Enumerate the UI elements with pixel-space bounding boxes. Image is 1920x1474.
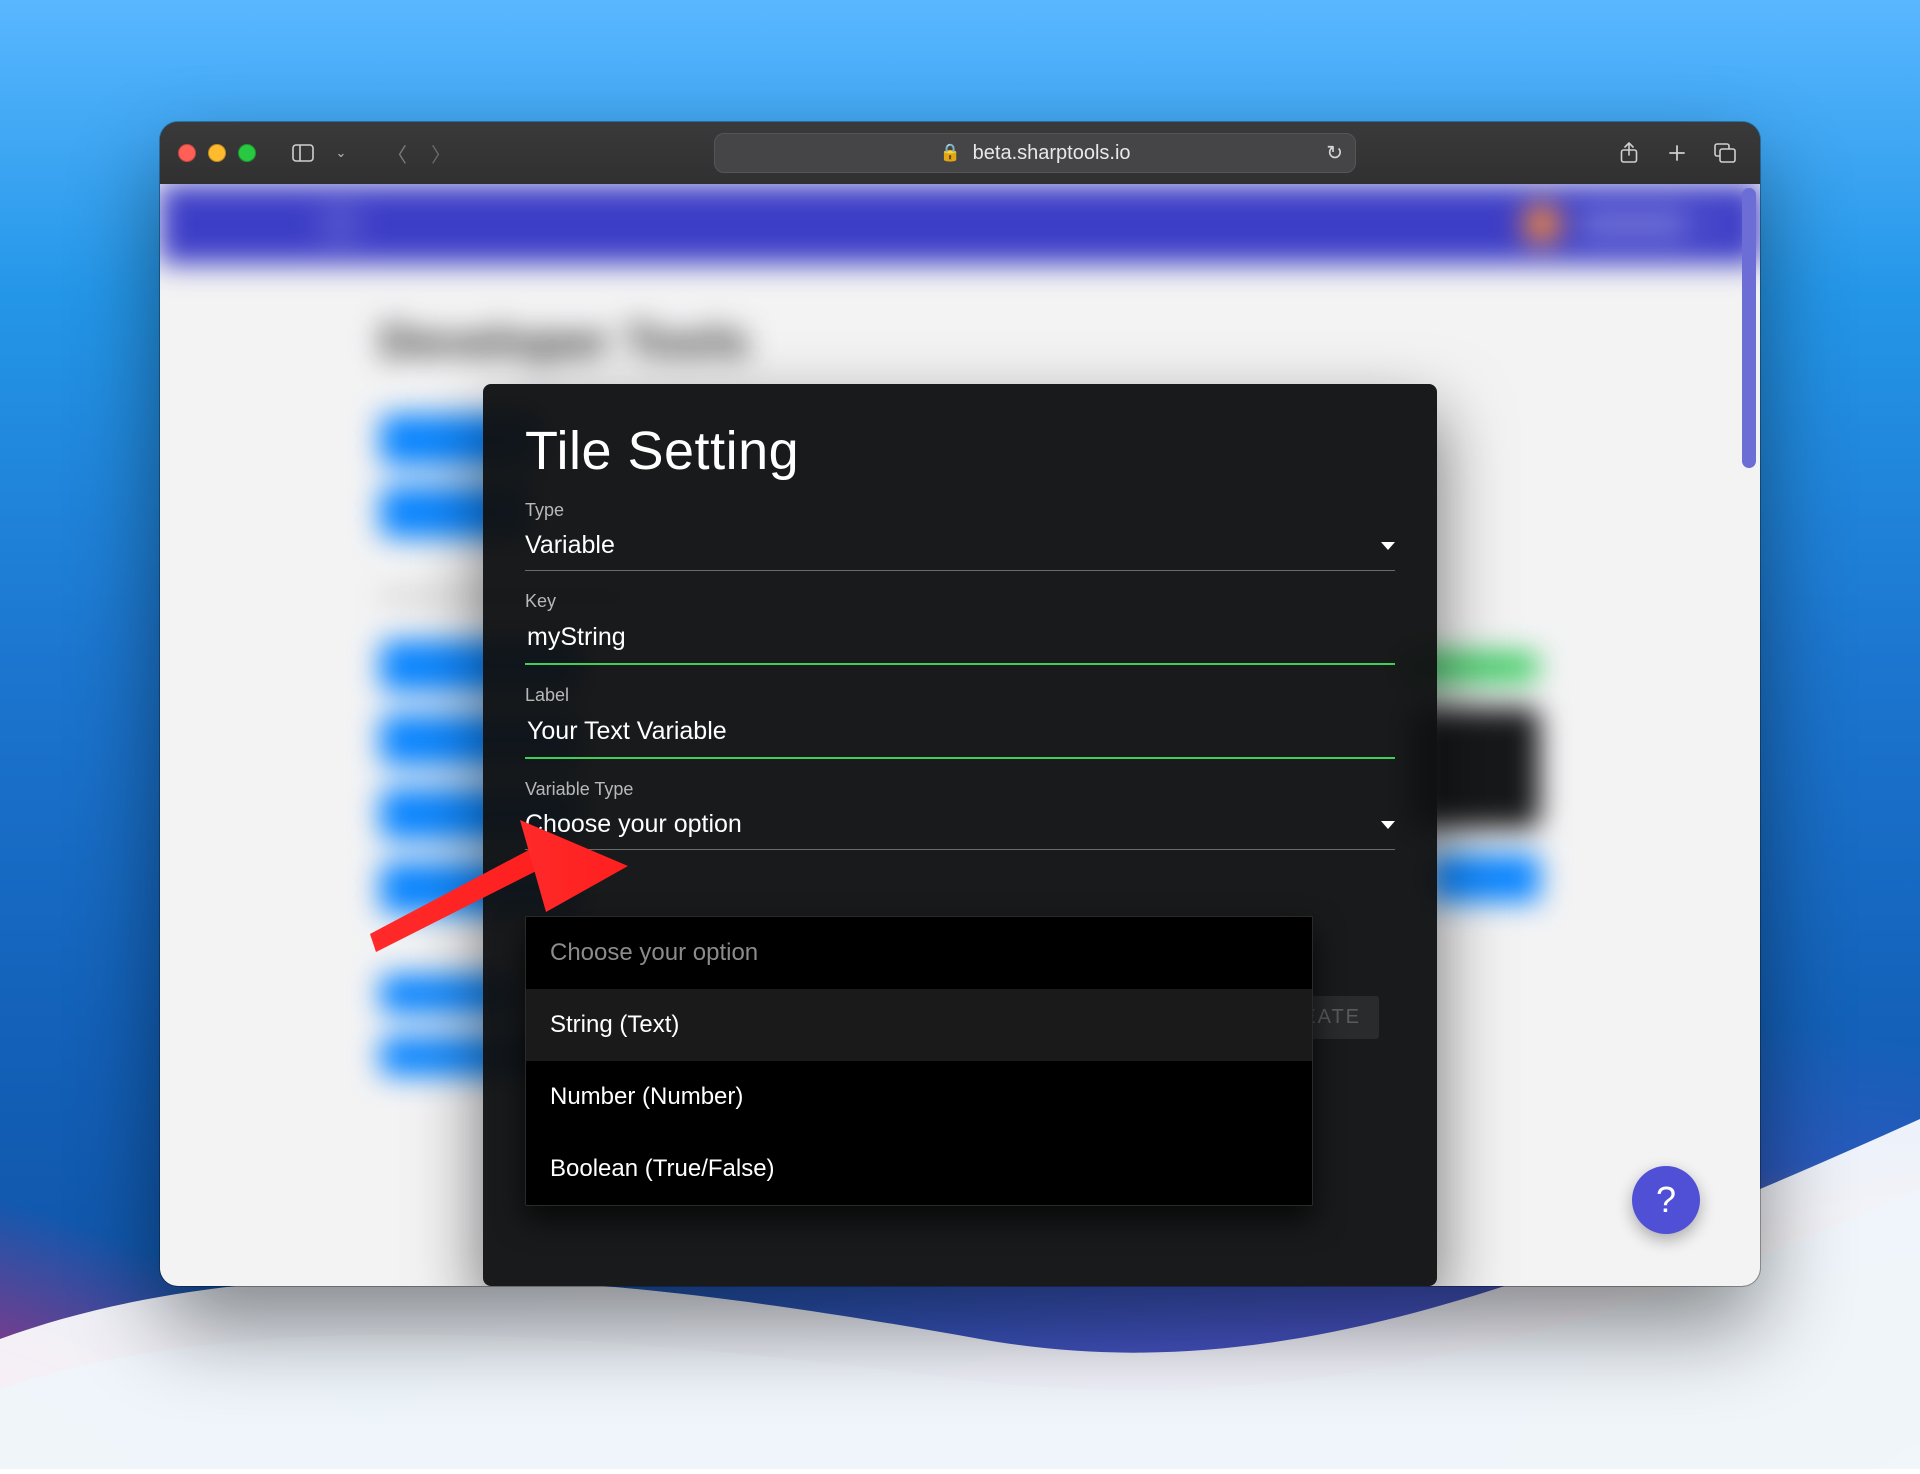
field-variable-type-label: Variable Type: [525, 779, 1395, 800]
window-minimize-button[interactable]: [208, 144, 226, 162]
sidebar-menu-caret[interactable]: ⌄: [324, 138, 358, 168]
field-variable-type-select[interactable]: Choose your option: [525, 806, 1395, 850]
tile-setting-modal: Tile Setting Type Variable Key: [483, 384, 1437, 1286]
help-fab[interactable]: ?: [1632, 1166, 1700, 1234]
sidebar-toggle-button[interactable]: [282, 138, 324, 168]
chevron-down-icon: [1381, 542, 1395, 550]
field-type-label: Type: [525, 500, 1395, 521]
lock-icon: 🔒: [939, 143, 960, 163]
field-key-input[interactable]: [525, 622, 1395, 653]
address-bar[interactable]: 🔒 beta.sharptools.io ↻: [714, 133, 1356, 173]
dropdown-option-placeholder[interactable]: Choose your option: [526, 917, 1312, 989]
browser-viewport: ▾ Developer Tools ────────────: [160, 184, 1760, 1286]
field-variable-type-value: Choose your option: [525, 810, 742, 839]
variable-type-dropdown: Choose your option String (Text) Number …: [525, 916, 1313, 1206]
field-type-select[interactable]: Variable: [525, 527, 1395, 571]
chevron-down-icon: [1381, 821, 1395, 829]
dropdown-option-boolean[interactable]: Boolean (True/False): [526, 1133, 1312, 1205]
new-tab-button[interactable]: [1660, 138, 1694, 168]
field-type-value: Variable: [525, 531, 615, 560]
browser-window: ⌄ 〈 〉 🔒 beta.sharptools.io ↻: [160, 122, 1760, 1286]
field-label-input[interactable]: [525, 716, 1395, 747]
field-variable-type: Variable Type Choose your option: [525, 779, 1395, 850]
field-label-label: Label: [525, 685, 1395, 706]
dropdown-option-number[interactable]: Number (Number): [526, 1061, 1312, 1133]
nav-back-button[interactable]: 〈: [380, 138, 414, 168]
window-controls: [178, 144, 256, 162]
help-fab-label: ?: [1656, 1179, 1676, 1221]
field-key-input-wrap: [525, 618, 1395, 665]
field-label-input-wrap: [525, 712, 1395, 759]
window-zoom-button[interactable]: [238, 144, 256, 162]
window-close-button[interactable]: [178, 144, 196, 162]
tab-overview-button[interactable]: [1708, 138, 1742, 168]
field-key-label: Key: [525, 591, 1395, 612]
reload-button[interactable]: ↻: [1326, 141, 1343, 166]
field-type: Type Variable: [525, 500, 1395, 571]
background-page-title: Developer Tools: [380, 314, 1540, 368]
dropdown-option-string[interactable]: String (Text): [526, 989, 1312, 1061]
browser-toolbar: ⌄ 〈 〉 🔒 beta.sharptools.io ↻: [160, 122, 1760, 185]
field-key: Key: [525, 591, 1395, 665]
field-label: Label: [525, 685, 1395, 759]
share-button[interactable]: [1612, 138, 1646, 168]
modal-title: Tile Setting: [525, 420, 1395, 482]
nav-forward-button[interactable]: 〉: [424, 138, 458, 168]
address-bar-domain: beta.sharptools.io: [973, 142, 1131, 165]
